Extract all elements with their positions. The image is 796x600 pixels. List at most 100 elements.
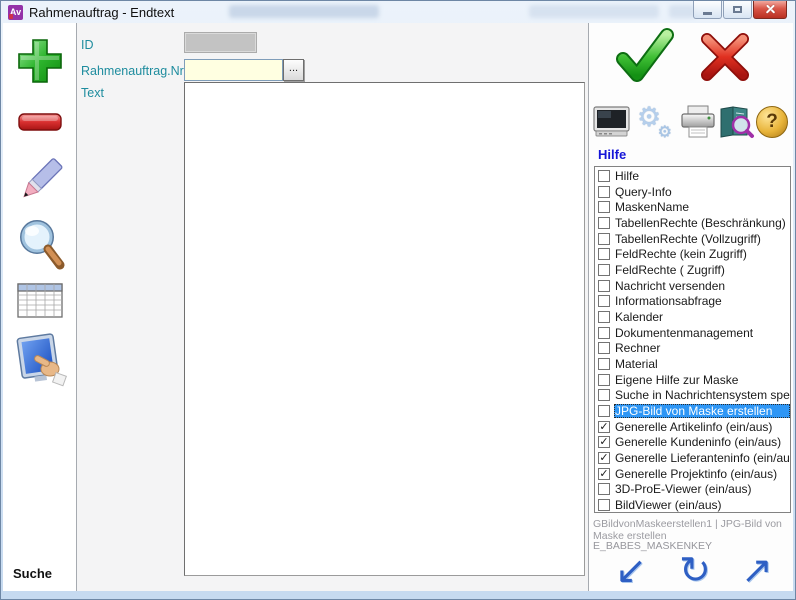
titlebar[interactable]: Av Rahmenauftrag - Endtext <box>1 1 795 23</box>
help-list-item[interactable]: BildViewer (ein/aus) <box>595 497 790 513</box>
window-controls <box>692 1 787 19</box>
help-list-item[interactable]: Query-Info <box>595 184 790 200</box>
settings-gears-icon[interactable]: ⚙ ⚙ <box>637 105 673 139</box>
checkbox[interactable] <box>598 405 610 417</box>
cancel-x-icon[interactable] <box>697 31 753 83</box>
checkbox[interactable]: ✓ <box>598 452 610 464</box>
checkbox[interactable] <box>598 342 610 354</box>
help-list-item[interactable]: Rechner <box>595 340 790 356</box>
help-item-label: Kalender <box>614 310 790 324</box>
checkbox[interactable] <box>598 499 610 511</box>
app-window: Av Rahmenauftrag - Endtext <box>0 0 796 600</box>
help-item-label: FeldRechte ( Zugriff) <box>614 263 790 277</box>
help-list-item[interactable]: Suche in Nachrichtensystem speicl <box>595 387 790 403</box>
help-list-item[interactable]: TabellenRechte (Beschränkung) <box>595 215 790 231</box>
help-item-label: Dokumentenmanagement <box>614 326 790 340</box>
checkbox[interactable] <box>598 233 610 245</box>
help-item-label: Generelle Artikelinfo (ein/aus) <box>614 420 790 434</box>
help-item-label: Eigene Hilfe zur Maske <box>614 373 790 387</box>
help-list-item[interactable]: ✓ Generelle Artikelinfo (ein/aus) <box>595 419 790 435</box>
text-label: Text <box>81 86 104 100</box>
help-item-label: MaskenName <box>614 200 790 214</box>
help-item-label: Rechner <box>614 341 790 355</box>
help-options-list[interactable]: Hilfe Query-Info MaskenName TabellenRech… <box>594 166 791 513</box>
checkbox[interactable] <box>598 217 610 229</box>
order-number-input[interactable] <box>184 59 283 81</box>
checkbox[interactable] <box>598 186 610 198</box>
checkbox[interactable] <box>598 201 610 213</box>
help-list-item[interactable]: Dokumentenmanagement <box>595 325 790 341</box>
checkbox[interactable] <box>598 389 610 401</box>
order-number-label: Rahmenauftrag.Nr. <box>81 64 187 78</box>
checkbox[interactable]: ✓ <box>598 421 610 433</box>
help-item-label: JPG-Bild von Maske erstellen <box>614 404 790 418</box>
checkbox[interactable] <box>598 280 610 292</box>
close-button[interactable] <box>753 1 787 19</box>
checkbox[interactable] <box>598 248 610 260</box>
checkbox[interactable] <box>598 327 610 339</box>
checkbox[interactable] <box>598 358 610 370</box>
arrow-back-icon[interactable]: ↙ <box>615 550 647 590</box>
browse-button[interactable]: ... <box>283 59 304 81</box>
gear-icon: ⚙ <box>658 122 672 141</box>
text-input[interactable] <box>184 82 585 576</box>
help-list-item[interactable]: ✓ Generelle Lieferanteninfo (ein/aus) <box>595 450 790 466</box>
checkbox[interactable] <box>598 374 610 386</box>
help-list-item[interactable]: ✓ Generelle Kundeninfo (ein/aus) <box>595 434 790 450</box>
checkbox[interactable] <box>598 311 610 323</box>
delete-minus-icon[interactable] <box>17 111 63 133</box>
help-item-label: Query-Info <box>614 185 790 199</box>
checkbox[interactable] <box>598 295 610 307</box>
help-question-icon[interactable]: ? <box>756 106 788 138</box>
help-list-item[interactable]: ✓ Generelle Projektinfo (ein/aus) <box>595 466 790 482</box>
id-field <box>184 32 257 53</box>
checkbox[interactable] <box>598 170 610 182</box>
help-list-item[interactable]: JPG-Bild von Maske erstellen <box>595 403 790 419</box>
help-list-item[interactable]: FeldRechte ( Zugriff) <box>595 262 790 278</box>
question-glyph: ? <box>766 111 778 133</box>
status-text: GBildvonMaskeerstellen1 | JPG-Bild von M… <box>593 518 793 542</box>
help-item-label: Material <box>614 357 790 371</box>
checkbox[interactable]: ✓ <box>598 468 610 480</box>
arrow-refresh-icon[interactable]: ↻ <box>679 550 711 590</box>
printer-icon[interactable] <box>679 105 717 139</box>
help-item-label: TabellenRechte (Vollzugriff) <box>614 232 790 246</box>
confirm-check-icon[interactable] <box>611 27 675 89</box>
table-grid-icon[interactable] <box>16 281 64 321</box>
help-list-item[interactable]: Eigene Hilfe zur Maske <box>595 372 790 388</box>
screen-icon[interactable] <box>593 105 631 139</box>
search-magnifier-icon[interactable] <box>12 215 68 275</box>
help-list-item[interactable]: Material <box>595 356 790 372</box>
help-list-item[interactable]: Nachricht versenden <box>595 278 790 294</box>
checkbox[interactable] <box>598 264 610 276</box>
checkbox[interactable]: ✓ <box>598 436 610 448</box>
edit-pencil-icon[interactable] <box>13 153 67 207</box>
help-list-item[interactable]: Hilfe <box>595 168 790 184</box>
help-item-label: Informationsabfrage <box>614 294 790 308</box>
help-list-item[interactable]: MaskenName <box>595 199 790 215</box>
help-item-label: Nachricht versenden <box>614 279 790 293</box>
help-item-label: 3D-ProE-Viewer (ein/aus) <box>614 482 790 496</box>
help-item-label: TabellenRechte (Beschränkung) <box>614 216 790 230</box>
search-section-label: Suche <box>13 566 52 581</box>
help-list-item[interactable]: Informationsabfrage <box>595 293 790 309</box>
arrow-forward-icon[interactable]: ↗ <box>741 550 773 590</box>
help-list-item[interactable]: TabellenRechte (Vollzugriff) <box>595 231 790 247</box>
minimize-button[interactable] <box>693 1 722 19</box>
help-list-item[interactable]: Kalender <box>595 309 790 325</box>
maximize-button[interactable] <box>723 1 752 19</box>
id-label: ID <box>81 38 94 52</box>
app-icon: Av <box>8 5 23 20</box>
help-item-label: Generelle Kundeninfo (ein/aus) <box>614 435 790 449</box>
screen-select-icon[interactable] <box>12 333 68 391</box>
help-item-label: Suche in Nachrichtensystem speicl <box>614 388 790 402</box>
document-search-icon[interactable] <box>717 105 755 139</box>
help-list-item[interactable]: 3D-ProE-Viewer (ein/aus) <box>595 481 790 497</box>
sidebar: Suche <box>3 23 77 591</box>
checkbox[interactable] <box>598 483 610 495</box>
add-plus-icon[interactable] <box>14 35 66 87</box>
help-list-item[interactable]: FeldRechte (kein Zugriff) <box>595 246 790 262</box>
window-title: Rahmenauftrag - Endtext <box>29 5 174 20</box>
titlebar-ghost <box>529 5 659 18</box>
titlebar-ghost <box>229 5 379 18</box>
